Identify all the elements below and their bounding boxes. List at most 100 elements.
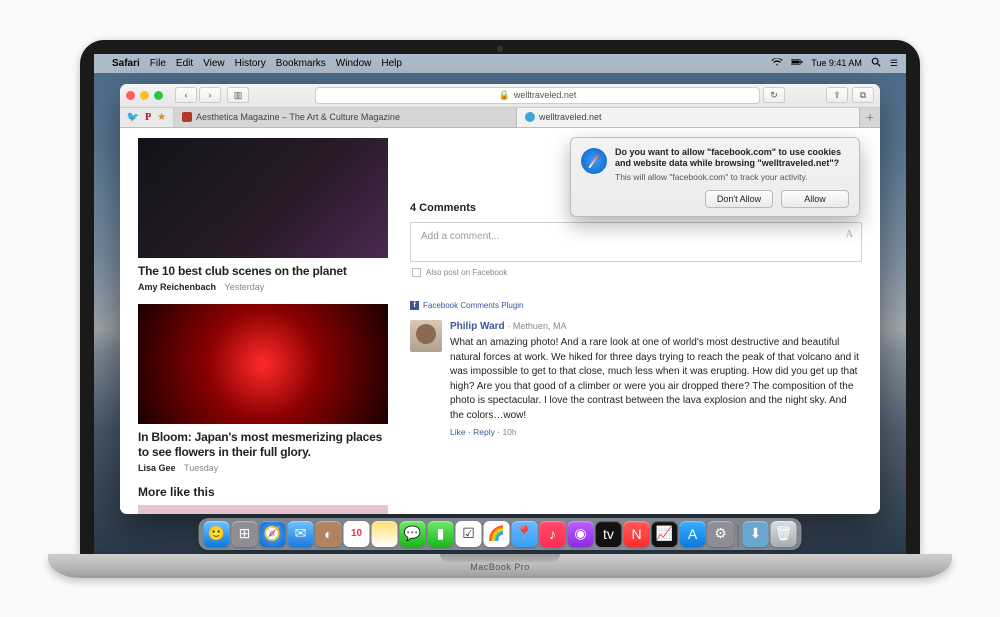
comment-placeholder: Add a comment... bbox=[421, 231, 499, 242]
dock-music-icon[interactable]: ♪ bbox=[540, 521, 566, 547]
macos-desktop: Safari File Edit View History Bookmarks … bbox=[94, 54, 906, 554]
dock-tv-icon[interactable]: tv bbox=[596, 521, 622, 547]
tab-welltraveled[interactable]: welltraveled.net bbox=[517, 108, 860, 127]
article-column: The 10 best club scenes on the planet Am… bbox=[138, 138, 388, 504]
menu-bookmarks[interactable]: Bookmarks bbox=[276, 58, 326, 69]
window-controls bbox=[126, 91, 163, 100]
safari-toolbar: ‹ › ▥ 🔒 welltraveled.net ↻ ⇪ ⧉ bbox=[120, 84, 880, 108]
safari-window: ‹ › ▥ 🔒 welltraveled.net ↻ ⇪ ⧉ bbox=[120, 84, 880, 514]
dock-news-icon[interactable]: N bbox=[624, 521, 650, 547]
camera-icon bbox=[497, 46, 503, 52]
tab-aesthetica[interactable]: Aesthetica Magazine – The Art & Culture … bbox=[174, 108, 517, 127]
format-icon: A bbox=[846, 229, 853, 240]
comment-input[interactable]: Add a comment... A bbox=[410, 222, 862, 262]
article-author: Amy Reichenbach bbox=[138, 282, 216, 292]
dock-finder-icon[interactable]: 🙂 bbox=[204, 521, 230, 547]
webpage-content: The 10 best club scenes on the planet Am… bbox=[120, 128, 880, 514]
article-thumbnail[interactable] bbox=[138, 505, 388, 514]
dock-photos-icon[interactable]: 🌈 bbox=[484, 521, 510, 547]
close-button[interactable] bbox=[126, 91, 135, 100]
article-card[interactable]: In Bloom: Japan's most mesmerizing place… bbox=[138, 304, 388, 473]
also-post-checkbox[interactable] bbox=[412, 268, 421, 277]
dock-reminders-icon[interactable]: ☑︎ bbox=[456, 521, 482, 547]
screen-bezel: Safari File Edit View History Bookmarks … bbox=[80, 40, 920, 554]
menu-window[interactable]: Window bbox=[336, 58, 372, 69]
dock-downloads-icon[interactable]: ⬇︎ bbox=[743, 521, 769, 547]
article-title: The 10 best club scenes on the planet bbox=[138, 264, 388, 279]
fb-plugin-link[interactable]: f Facebook Comments Plugin bbox=[410, 301, 862, 310]
menu-file[interactable]: File bbox=[150, 58, 166, 69]
active-app-name[interactable]: Safari bbox=[112, 58, 140, 69]
spotlight-icon[interactable] bbox=[870, 57, 882, 69]
menu-history[interactable]: History bbox=[235, 58, 266, 69]
dock: 🙂 ⊞ 🧭 ✉︎ ◐ 10 💬 ▮ ☑︎ 🌈 📍 ♪ ◉ tv N bbox=[199, 518, 802, 550]
dock-settings-icon[interactable]: ⚙︎ bbox=[708, 521, 734, 547]
avatar[interactable] bbox=[410, 320, 442, 352]
dock-trash-icon[interactable]: 🗑 bbox=[771, 521, 797, 547]
tab-label: welltraveled.net bbox=[539, 112, 602, 122]
address-bar[interactable]: 🔒 welltraveled.net ↻ bbox=[315, 87, 760, 104]
laptop-base: MacBook Pro bbox=[48, 554, 952, 578]
bookmark-icon[interactable]: ★ bbox=[157, 112, 166, 123]
comment-body: What an amazing photo! And a rare look a… bbox=[450, 336, 862, 423]
menu-edit[interactable]: Edit bbox=[176, 58, 193, 69]
article-date: Yesterday bbox=[225, 282, 265, 292]
dock-stocks-icon[interactable]: 📈 bbox=[652, 521, 678, 547]
popover-subtext: This will allow "facebook.com" to track … bbox=[615, 172, 849, 182]
sidebar-button[interactable]: ▥ bbox=[227, 87, 249, 103]
dock-calendar-icon[interactable]: 10 bbox=[344, 521, 370, 547]
dock-launchpad-icon[interactable]: ⊞ bbox=[232, 521, 258, 547]
more-like-this-heading: More like this bbox=[138, 485, 388, 499]
privacy-popover: Do you want to allow "facebook.com" to u… bbox=[570, 137, 860, 218]
new-tab-button[interactable]: ＋ bbox=[860, 108, 880, 127]
address-text: welltraveled.net bbox=[514, 90, 577, 100]
hardware-label: MacBook Pro bbox=[470, 562, 530, 572]
tabs-button[interactable]: ⧉ bbox=[852, 87, 874, 103]
like-link[interactable]: Like bbox=[450, 427, 466, 437]
dock-divider bbox=[738, 525, 739, 547]
battery-icon[interactable] bbox=[791, 57, 803, 69]
favorites-bar: 🐦 P ★ bbox=[120, 108, 174, 127]
lock-icon: 🔒 bbox=[499, 90, 510, 101]
article-card[interactable]: The 10 best club scenes on the planet Am… bbox=[138, 138, 388, 292]
safari-tabbar: 🐦 P ★ Aesthetica Magazine – The Art & Cu… bbox=[120, 108, 880, 128]
facebook-icon: f bbox=[410, 301, 419, 310]
menu-help[interactable]: Help bbox=[381, 58, 402, 69]
commenter-location: Methuen, MA bbox=[513, 321, 567, 331]
reply-link[interactable]: Reply bbox=[473, 427, 495, 437]
menubar: Safari File Edit View History Bookmarks … bbox=[94, 54, 906, 73]
article-date: Tuesday bbox=[184, 463, 218, 473]
dock-maps-icon[interactable]: 📍 bbox=[512, 521, 538, 547]
allow-button[interactable]: Allow bbox=[781, 190, 849, 208]
dock-mail-icon[interactable]: ✉︎ bbox=[288, 521, 314, 547]
back-button[interactable]: ‹ bbox=[175, 87, 197, 103]
also-post-row[interactable]: Also post on Facebook bbox=[410, 262, 862, 283]
dock-facetime-icon[interactable]: ▮ bbox=[428, 521, 454, 547]
control-center-icon[interactable]: ☰ bbox=[890, 58, 898, 69]
dock-messages-icon[interactable]: 💬 bbox=[400, 521, 426, 547]
reload-button[interactable]: ↻ bbox=[763, 87, 785, 103]
pinterest-icon[interactable]: P bbox=[145, 112, 151, 123]
also-post-label: Also post on Facebook bbox=[426, 268, 507, 277]
popover-question: Do you want to allow "facebook.com" to u… bbox=[615, 147, 849, 170]
minimize-button[interactable] bbox=[140, 91, 149, 100]
dock-safari-icon[interactable]: 🧭 bbox=[260, 521, 286, 547]
wifi-icon[interactable] bbox=[771, 57, 783, 69]
dont-allow-button[interactable]: Don't Allow bbox=[705, 190, 773, 208]
commenter-name[interactable]: Philip Ward bbox=[450, 321, 505, 332]
dock-appstore-icon[interactable]: A bbox=[680, 521, 706, 547]
forward-button[interactable]: › bbox=[199, 87, 221, 103]
dock-contacts-icon[interactable]: ◐ bbox=[316, 521, 342, 547]
laptop-frame: Safari File Edit View History Bookmarks … bbox=[80, 40, 920, 578]
twitter-icon[interactable]: 🐦 bbox=[127, 112, 139, 123]
dock-notes-icon[interactable] bbox=[372, 521, 398, 547]
comment: Philip Ward · Methuen, MA What an amazin… bbox=[410, 320, 862, 439]
comments-column: Do you want to allow "facebook.com" to u… bbox=[410, 138, 862, 504]
fullscreen-button[interactable] bbox=[154, 91, 163, 100]
dock-podcasts-icon[interactable]: ◉ bbox=[568, 521, 594, 547]
article-author: Lisa Gee bbox=[138, 463, 176, 473]
share-button[interactable]: ⇪ bbox=[826, 87, 848, 103]
article-title: In Bloom: Japan's most mesmerizing place… bbox=[138, 430, 388, 460]
menubar-clock[interactable]: Tue 9:41 AM bbox=[811, 58, 862, 68]
menu-view[interactable]: View bbox=[203, 58, 225, 69]
